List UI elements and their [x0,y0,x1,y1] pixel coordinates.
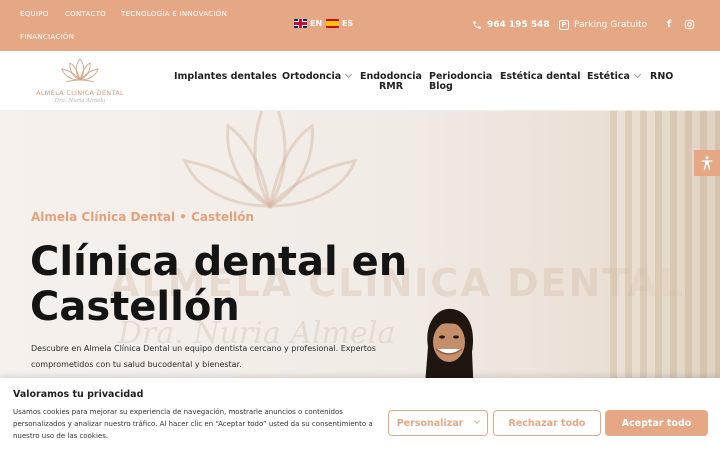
accessibility-button[interactable] [694,150,720,176]
language-es-label: ES [342,19,354,28]
uk-flag-icon [294,19,307,28]
language-es[interactable]: ES [326,19,353,28]
parking-icon: P [559,20,569,30]
hero-lotus-watermark-icon [182,111,358,210]
cookie-text: Usamos cookies para mejorar su experienc… [13,408,373,440]
parking-info: P Parking Gratuito [559,20,647,30]
hero-subtitle: Almela Clínica Dental • Castellón [31,210,255,224]
hero-headline: Clínica dental en Castellón [30,239,408,330]
topbar-link-tecnologia[interactable]: TECNOLOGÍA E INNOVACIÓN [121,10,227,18]
topbar-link-financiacion[interactable]: FINANCIACIÓN [20,33,74,41]
instagram-icon[interactable] [683,18,695,30]
hero-section: ALMELA CLÍNICA DENTAL Dra. Nuria Almela … [0,111,720,391]
nav-rno[interactable]: RNO [650,72,673,82]
reject-all-button[interactable]: Rechazar todo [493,410,601,436]
lotus-logo-icon [61,58,99,83]
site-logo[interactable]: ALMELA CLÍNICA DENTAL Dra. Nuria Almela [35,56,125,108]
nav-rmr-label: RMR [378,81,404,92]
nav-periodoncia-blog[interactable]: Periodoncia Blog [429,72,492,92]
hero-description: Descubre en Almela Clínica Dental un equ… [31,344,376,369]
phone-icon [473,21,481,29]
phone-number: 964 195 548 [487,20,550,30]
nav-implantes[interactable]: Implantes dentales [174,72,277,82]
nav-ortodoncia[interactable]: Ortodoncia [282,70,353,82]
logo-name: ALMELA CLÍNICA DENTAL [36,89,124,97]
facebook-icon[interactable]: f [663,18,675,30]
nav-endodoncia-rmr[interactable]: Endodoncia RMR [360,72,422,92]
customize-button[interactable]: Personalizar [388,410,488,436]
cookie-title: Valoramos tu privacidad [13,389,144,400]
nav-estetica-label: Estética [587,71,630,82]
nav-ortodoncia-label: Ortodoncia [282,71,342,82]
phone-link[interactable]: 964 195 548 [472,20,550,30]
chevron-down-icon [474,418,481,424]
topbar-link-contacto[interactable]: CONTACTO [65,10,106,18]
top-bar: EQUIPO CONTACTO TECNOLOGÍA E INNOVACIÓN … [0,0,720,51]
chevron-down-icon [345,70,353,79]
language-en-label: EN [310,19,323,28]
customize-label: Personalizar [396,417,464,429]
topbar-link-equipo[interactable]: EQUIPO [20,10,49,18]
parking-label: Parking Gratuito [574,20,648,30]
language-en[interactable]: EN [294,19,322,28]
cookie-banner: Valoramos tu privacidad Usamos cookies p… [0,378,720,450]
nav-estetica[interactable]: Estética [587,70,642,82]
main-header: ALMELA CLÍNICA DENTAL Dra. Nuria Almela … [0,51,720,111]
nav-blog-label: Blog [429,81,453,92]
accessibility-icon [701,156,713,170]
chevron-down-icon [633,70,642,79]
spain-flag-icon [326,19,339,28]
accept-all-button[interactable]: Aceptar todo [605,410,708,436]
nav-estetica-dental[interactable]: Estética dental [500,72,581,82]
logo-signature: Dra. Nuria Almela [54,98,106,104]
